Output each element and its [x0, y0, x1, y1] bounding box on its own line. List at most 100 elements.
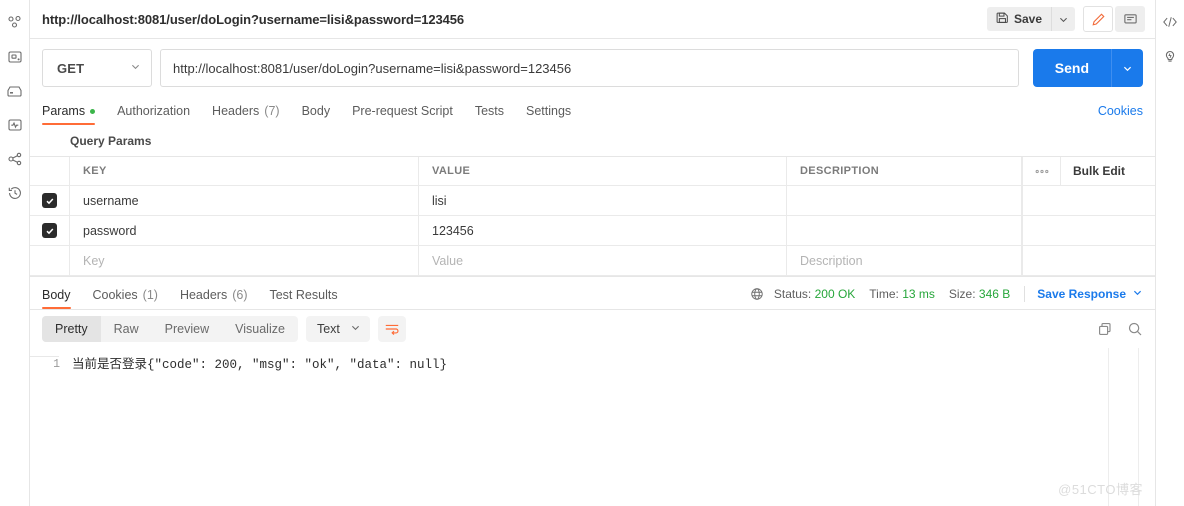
header-actions: Save	[986, 6, 1145, 32]
params-modified-dot-icon	[90, 108, 96, 114]
row-value[interactable]: lisi	[419, 186, 787, 215]
response-tab-headers-count: (6)	[232, 288, 248, 302]
bulk-edit-button[interactable]: Bulk Edit	[1061, 164, 1125, 178]
lightbulb-icon[interactable]	[1155, 39, 1184, 73]
method-select[interactable]: GET	[42, 49, 152, 87]
table-row[interactable]: password 123456	[30, 216, 1155, 246]
search-icon[interactable]	[1127, 321, 1143, 337]
tab-tests-label: Tests	[474, 104, 504, 118]
pencil-icon[interactable]	[1083, 6, 1113, 32]
header-value: VALUE	[419, 157, 787, 185]
save-response-button[interactable]: Save Response	[1037, 287, 1143, 301]
row-key[interactable]: password	[70, 216, 419, 245]
more-options-icon[interactable]	[1023, 157, 1061, 185]
body-toolbar-actions	[1097, 321, 1143, 337]
table-row[interactable]: username lisi	[30, 186, 1155, 216]
table-row-empty[interactable]: Key Value Description	[30, 246, 1155, 276]
size-badge: Size: 346 B	[949, 287, 1010, 301]
tab-tests[interactable]: Tests	[464, 104, 515, 125]
send-button[interactable]: Send	[1033, 49, 1111, 87]
save-label: Save	[1013, 12, 1042, 26]
row-description[interactable]	[787, 216, 1022, 245]
chevron-down-icon	[130, 59, 141, 77]
response-tab-cookies[interactable]: Cookies (1)	[82, 288, 169, 309]
chevron-down-icon	[350, 322, 361, 336]
query-params-table: KEY VALUE DESCRIPTION Bulk Edit username…	[30, 156, 1155, 276]
save-button[interactable]: Save	[987, 7, 1051, 31]
format-select[interactable]: Text	[305, 316, 370, 342]
main-panel: http://localhost:8081/user/doLogin?usern…	[30, 0, 1155, 506]
tab-headers[interactable]: Headers (7)	[201, 104, 291, 125]
row-value[interactable]: 123456	[419, 216, 787, 245]
request-header-bar: http://localhost:8081/user/doLogin?usern…	[30, 0, 1155, 39]
vertical-scrollbar[interactable]	[30, 356, 59, 357]
view-raw[interactable]: Raw	[101, 316, 152, 342]
response-tab-body[interactable]: Body	[42, 288, 82, 309]
globe-icon	[750, 287, 764, 301]
response-body-text: 当前是否登录{"code": 200, "msg": "ok", "data":…	[72, 358, 448, 372]
empty-description-input[interactable]: Description	[787, 246, 1022, 275]
save-button-group: Save	[986, 7, 1075, 31]
code-line: 1 当前是否登录{"code": 200, "msg": "ok", "data…	[30, 348, 1155, 374]
row-checkbox[interactable]	[42, 193, 57, 208]
tab-authorization-label: Authorization	[117, 104, 191, 118]
response-body-viewer[interactable]: 1 当前是否登录{"code": 200, "msg": "ok", "data…	[30, 348, 1155, 506]
tab-params-label: Params	[42, 104, 86, 118]
tab-body[interactable]: Body	[291, 104, 342, 125]
history-icon[interactable]	[0, 176, 30, 210]
size-label: Size:	[948, 287, 976, 301]
response-tab-headers[interactable]: Headers (6)	[169, 288, 259, 309]
tab-authorization[interactable]: Authorization	[106, 104, 201, 125]
meta-divider	[1024, 286, 1026, 302]
flows-icon[interactable]	[0, 142, 30, 176]
header-actions: Bulk Edit	[1022, 157, 1155, 185]
collections-icon[interactable]	[0, 6, 30, 40]
right-sidebar	[1155, 0, 1184, 506]
header-icon-pair	[1083, 6, 1145, 32]
view-pretty[interactable]: Pretty	[42, 316, 101, 342]
postman-window: http://localhost:8081/user/doLogin?usern…	[0, 0, 1184, 506]
send-dropdown-caret[interactable]	[1111, 49, 1143, 87]
status-badge: Status: 200 OK	[774, 287, 855, 301]
send-button-group: Send	[1032, 49, 1143, 87]
row-key[interactable]: username	[70, 186, 419, 215]
tab-params[interactable]: Params	[42, 104, 106, 125]
table-header-row: KEY VALUE DESCRIPTION Bulk Edit	[30, 157, 1155, 186]
wrap-lines-icon[interactable]	[377, 316, 406, 342]
tab-headers-count: (7)	[264, 104, 280, 118]
line-number: 1	[53, 358, 60, 371]
view-visualize[interactable]: Visualize	[222, 316, 298, 342]
console-icon[interactable]	[0, 40, 30, 74]
view-preview[interactable]: Preview	[152, 316, 222, 342]
url-value: http://localhost:8081/user/doLogin?usern…	[173, 60, 572, 76]
code-icon[interactable]	[1155, 5, 1184, 39]
row-checkbox[interactable]	[42, 223, 57, 238]
apis-icon[interactable]	[0, 74, 30, 108]
row-actions	[1022, 186, 1155, 215]
response-tab-test-results[interactable]: Test Results	[258, 288, 348, 309]
request-tabs: Params Authorization Headers (7) Body Pr…	[30, 97, 1155, 125]
header-key: KEY	[70, 157, 419, 185]
response-header: Body Cookies (1) Headers (6) Test Result…	[30, 276, 1155, 309]
save-disk-icon	[996, 11, 1009, 27]
cookies-link[interactable]: Cookies	[1098, 104, 1143, 125]
query-params-label: Query Params	[70, 134, 152, 148]
time-value: 13 ms	[902, 287, 935, 301]
tab-pre-request-script[interactable]: Pre-request Script	[341, 104, 464, 125]
response-tab-body-label: Body	[42, 288, 71, 302]
status-label: Status:	[773, 287, 812, 301]
empty-row-actions	[1022, 246, 1155, 275]
response-tab-headers-label: Headers	[179, 288, 228, 302]
url-input[interactable]: http://localhost:8081/user/doLogin?usern…	[160, 49, 1019, 87]
empty-key-input[interactable]: Key	[70, 246, 419, 275]
empty-value-input[interactable]: Value	[419, 246, 787, 275]
tab-settings[interactable]: Settings	[515, 104, 582, 125]
row-description[interactable]	[787, 186, 1022, 215]
save-dropdown-caret[interactable]	[1051, 7, 1075, 31]
copy-icon[interactable]	[1097, 321, 1113, 337]
monitors-icon[interactable]	[0, 108, 30, 142]
tab-settings-label: Settings	[526, 104, 572, 118]
status-value: 200 OK	[814, 287, 856, 301]
comment-icon[interactable]	[1115, 6, 1145, 32]
left-sidebar	[0, 0, 30, 506]
